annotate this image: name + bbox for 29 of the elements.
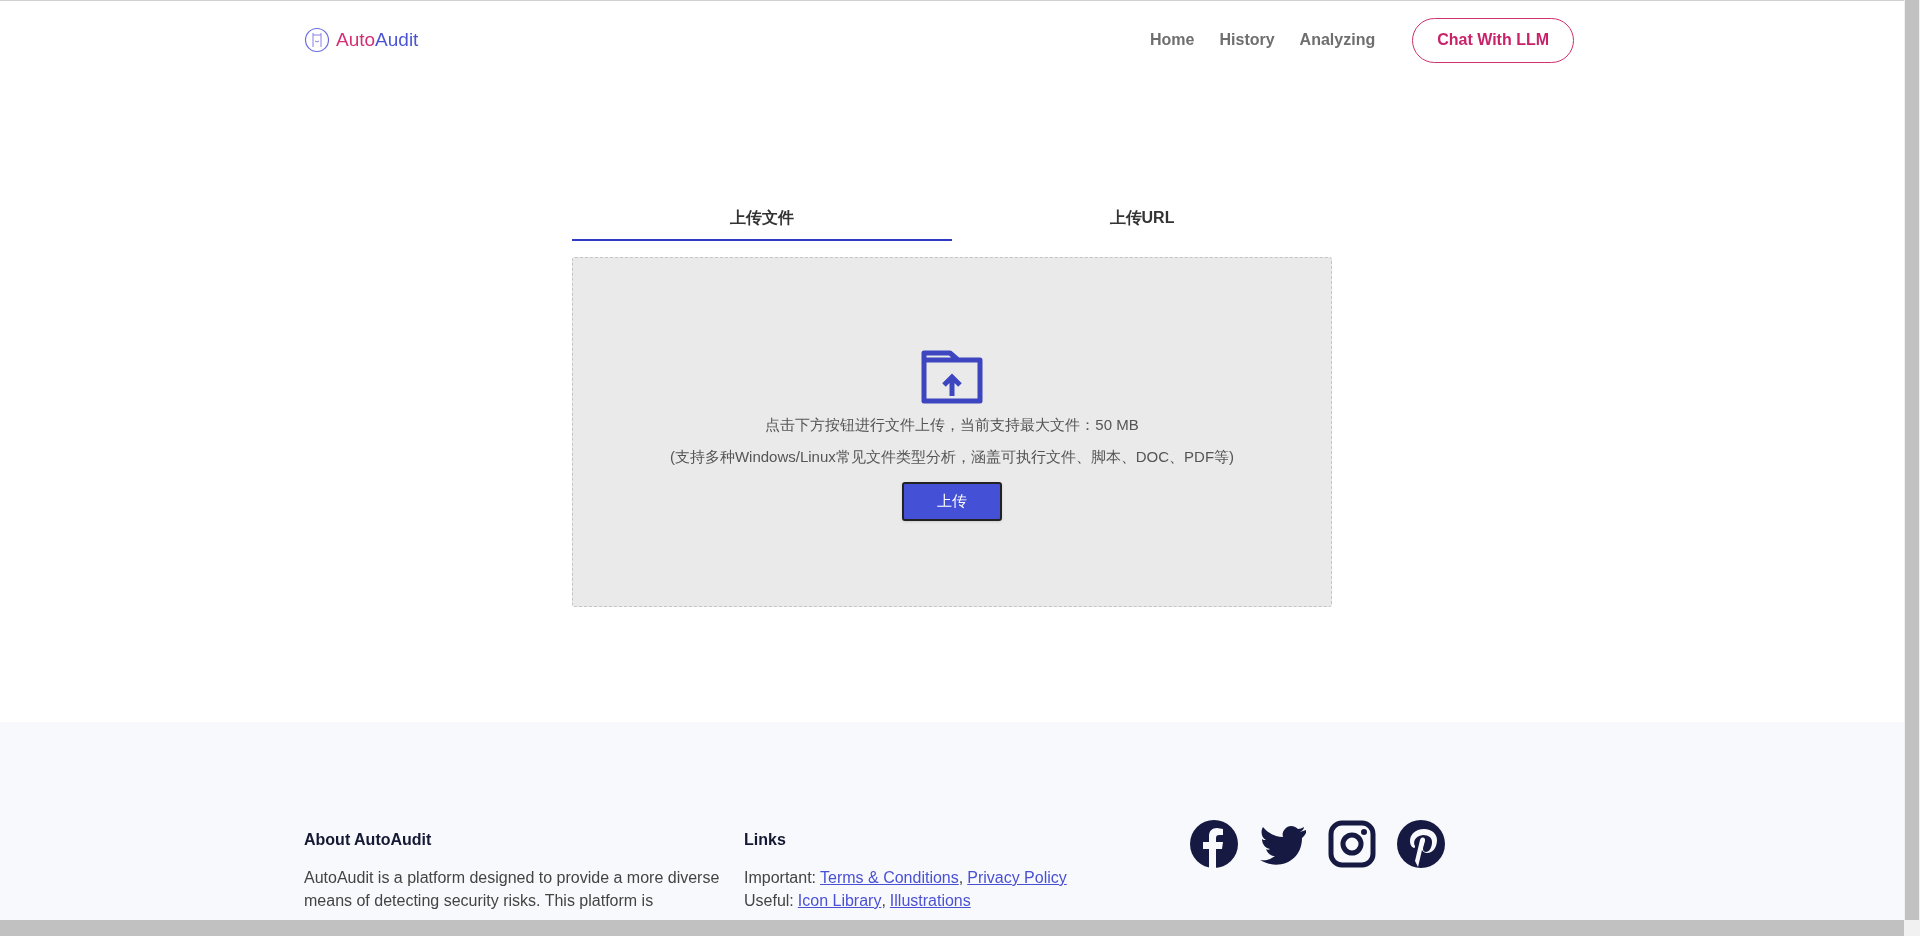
footer-heading: Links	[744, 830, 787, 850]
chat-button[interactable]: Chat With LLM	[1412, 17, 1574, 63]
camera-icon[interactable]	[1328, 820, 1376, 868]
nav-link[interactable]: Home	[1150, 28, 1195, 52]
logo-icon	[304, 27, 330, 53]
footer-link[interactable]: Illustrations	[889, 889, 971, 912]
about-paragraph: AutoAudit is a platform designed to provide a more diverse means of detecting security risks. This platform is	[304, 868, 721, 911]
tab[interactable]: 上传文件	[572, 197, 952, 241]
link-label: Important:	[744, 868, 817, 888]
vertical-scrollbar[interactable]	[1904, 0, 1920, 936]
upload-hint: (支持多种Windows/Linux常见文件类型分析，涵盖可执行文件、脚本、DOC、PDF等)	[669, 446, 1235, 467]
logo-text[interactable]: AutoAudit	[336, 25, 419, 55]
footer-link[interactable]: Terms & Conditions	[820, 866, 959, 889]
horizontal-scrollbar[interactable]	[0, 920, 1904, 936]
footer-link[interactable]: Icon Library	[797, 889, 882, 912]
facebook-icon[interactable]	[1190, 820, 1238, 868]
tab[interactable]: 上传URL	[952, 197, 1332, 241]
upload-area[interactable]: 点击下方按钮进行文件上传，当前支持最大文件：50 MB (支持多种Windows/Linux常见文件类型分析，涵盖可执行文件、脚本、DOC、PDF等) 上传	[572, 257, 1332, 607]
upload-button[interactable]: 上传	[902, 482, 1002, 521]
nav-link[interactable]: Analyzing	[1299, 28, 1376, 52]
link-separator: ,	[958, 868, 964, 888]
upload-hint: 点击下方按钮进行文件上传，当前支持最大文件：50 MB	[765, 415, 1139, 435]
link-label: Useful:	[744, 891, 794, 911]
footer-link[interactable]: Privacy Policy	[967, 866, 1067, 889]
folder-upload-icon	[921, 350, 983, 404]
nav-link[interactable]: History	[1219, 28, 1275, 52]
link-separator: ,	[881, 891, 886, 911]
pin-icon[interactable]	[1397, 820, 1445, 868]
footer-heading: About AutoAudit	[304, 830, 433, 850]
